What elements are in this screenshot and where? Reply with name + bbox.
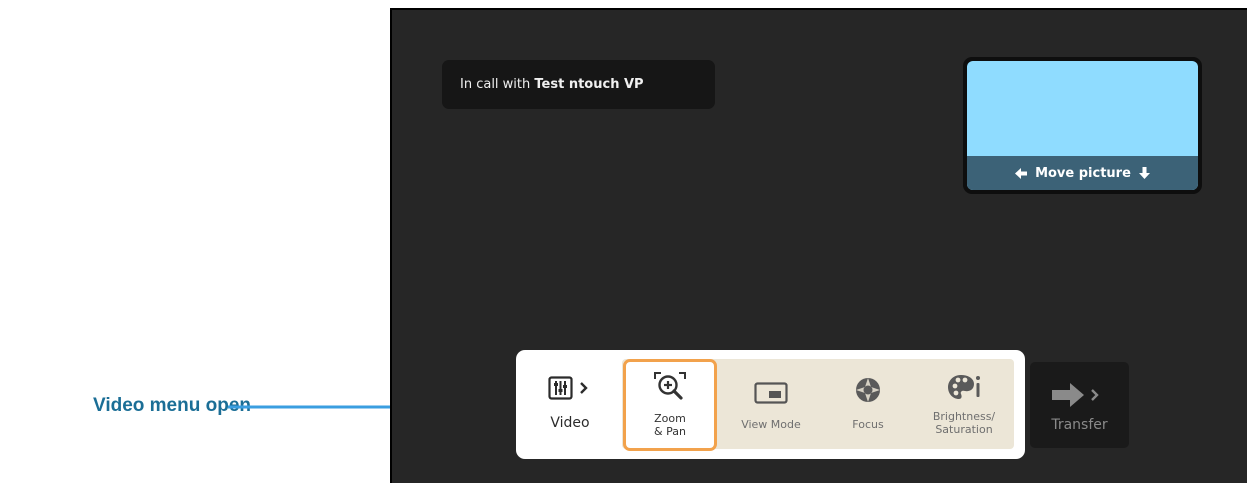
transfer-button[interactable]: Transfer: [1030, 362, 1129, 448]
zoom-pan-label-line2: & Pan: [654, 425, 686, 438]
view-mode-icon: [754, 382, 788, 404]
video-menu-label: Video: [550, 415, 590, 431]
caller-name: Test ntouch VP: [534, 77, 644, 92]
arrow-left-icon: [1015, 167, 1028, 179]
brightness-saturation-button[interactable]: Brightness/ Saturation: [914, 350, 1014, 459]
palette-icon: [948, 375, 980, 399]
brightness-label-line1: Brightness/: [932, 410, 996, 423]
focus-button[interactable]: Focus: [822, 350, 914, 459]
video-menu: Video Zoom & Pan View Mode Focus Brightn…: [516, 350, 1025, 459]
transfer-label: Transfer: [1051, 417, 1108, 433]
zoom-pan-label: Zoom & Pan: [626, 412, 714, 438]
view-mode-button[interactable]: View Mode: [721, 350, 821, 459]
zoom-pan-button[interactable]: Zoom & Pan: [623, 359, 717, 451]
video-menu-button[interactable]: Video: [522, 350, 618, 459]
transfer-arrow-icon: [1052, 383, 1099, 407]
brightness-saturation-label: Brightness/ Saturation: [914, 410, 1014, 436]
call-status-banner: In call with Test ntouch VP: [442, 60, 715, 109]
move-picture-button[interactable]: Move picture: [967, 156, 1198, 190]
view-mode-label: View Mode: [741, 418, 801, 431]
zoom-pan-icon: [654, 372, 686, 400]
aperture-icon: [856, 378, 880, 402]
focus-label: Focus: [852, 418, 884, 431]
zoom-pan-label-line1: Zoom: [654, 412, 686, 425]
video-call-screen: In call with Test ntouch VP Move picture: [390, 8, 1247, 483]
arrow-down-icon: [1138, 167, 1150, 179]
move-picture-label: Move picture: [1035, 165, 1131, 181]
self-view-picture: Move picture: [967, 61, 1198, 190]
brightness-label-line2: Saturation: [935, 423, 993, 436]
call-status-prefix: In call with: [460, 77, 531, 92]
sliders-icon: [548, 376, 588, 400]
self-view-window[interactable]: Move picture: [963, 57, 1202, 194]
